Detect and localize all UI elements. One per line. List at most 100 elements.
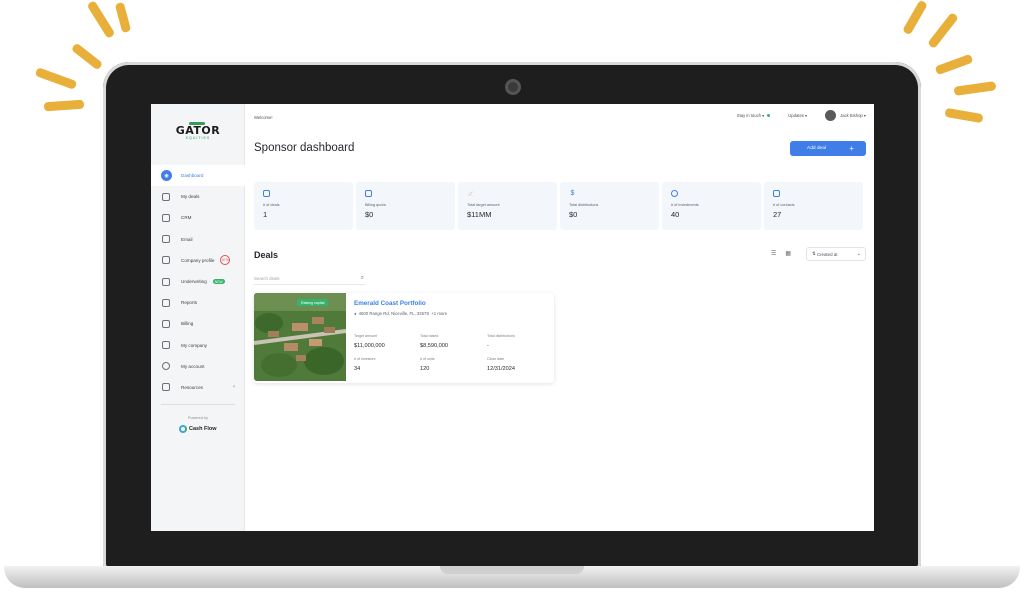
sidebar-item-company-profile[interactable]: Company profile 67% — [151, 250, 245, 271]
sidebar-item-label: Dashboard — [181, 173, 204, 179]
chevron-left-icon: ‹ — [233, 384, 235, 391]
stat-value: $0 — [569, 210, 578, 219]
plus-icon: + — [849, 144, 854, 153]
cashflow-logo[interactable]: Cash Flow — [179, 425, 217, 433]
header-actions: Stay in touch ▾ Updates ▾ Jack Bishop ▾ — [737, 110, 866, 121]
sidebar-item-underwriting[interactable]: Underwriting NEW — [151, 271, 245, 292]
sidebar-item-label: Underwriting — [181, 279, 207, 285]
sidebar-item-label: My company — [181, 342, 208, 348]
ray-decoration — [34, 67, 78, 90]
reports-icon — [162, 298, 170, 307]
ray-decoration — [902, 0, 928, 36]
add-deal-button[interactable]: Add deal + — [790, 141, 866, 156]
field-label: Target amount — [354, 334, 377, 338]
dashboard-icon: ◉ — [161, 170, 172, 182]
crm-icon — [162, 213, 170, 222]
deal-name-link[interactable]: Emerald Coast Portfolio — [354, 300, 426, 307]
company-icon — [162, 341, 170, 350]
chart-icon: 📈 — [468, 191, 473, 196]
avatar[interactable] — [825, 110, 837, 121]
clipboard-icon — [263, 190, 270, 197]
list-view-icon[interactable]: ☰ — [771, 250, 776, 257]
field-value: 120 — [420, 366, 430, 372]
logo-mark — [189, 122, 205, 125]
grid-view-icon[interactable]: ▦ — [785, 250, 791, 257]
sidebar-item-label: Resources — [181, 384, 203, 390]
promo-stage: GATOR EQUITIES ◉ Dashboard My deals CRM — [0, 0, 1024, 593]
updates-menu[interactable]: Updates ▾ — [788, 113, 807, 118]
sidebar-item-my-company[interactable]: My company — [151, 335, 245, 356]
sort-dropdown[interactable]: ⇅ Created at ⌄ — [806, 247, 866, 261]
field-value: 12/31/2024 — [487, 366, 515, 372]
ray-decoration — [934, 53, 974, 76]
deal-photo: Raising capital — [254, 293, 346, 381]
field-value: 34 — [354, 366, 361, 372]
stat-label: # of deals — [263, 203, 280, 207]
stat-label: # of investments — [671, 203, 699, 207]
sidebar-item-my-deals[interactable]: My deals — [151, 186, 245, 207]
profile-icon — [162, 256, 170, 265]
welcome-text: Welcome! — [254, 115, 273, 120]
field-label: # of units — [420, 357, 435, 361]
stat-label: Billing quota — [365, 203, 386, 207]
sidebar-item-label: Email — [181, 236, 193, 242]
resources-icon — [162, 383, 170, 392]
view-toggle: ☰ ▦ — [771, 250, 791, 257]
sidebar-item-label: My deals — [181, 194, 200, 200]
sidebar-item-dashboard[interactable]: ◉ Dashboard — [151, 165, 245, 187]
field-label: # of investors — [354, 357, 376, 361]
user-menu[interactable]: Jack Bishop ▾ — [840, 113, 866, 118]
sidebar-item-billing[interactable]: Billing — [151, 313, 245, 334]
ray-decoration — [43, 99, 85, 112]
field-label: Total distributions — [487, 334, 515, 338]
webcam — [505, 79, 521, 95]
stat-value: $0 — [365, 210, 374, 219]
field-label: Close date — [487, 357, 505, 361]
underwriting-icon — [162, 277, 170, 286]
user-icon — [671, 190, 678, 197]
sidebar-item-my-account[interactable]: My account — [151, 356, 245, 377]
page-title: Sponsor dashboard — [254, 142, 355, 154]
field-value: - — [487, 343, 489, 349]
app-screen: GATOR EQUITIES ◉ Dashboard My deals CRM — [151, 104, 874, 531]
stat-card-distributions: $ Total distributions $0 — [560, 182, 659, 230]
stats-row: # of deals 1 Billing quota $0 📈 Total ta… — [254, 182, 863, 230]
stat-card-target-amount: 📈 Total target amount $11MM — [458, 182, 557, 230]
updates-label: Updates — [788, 113, 804, 118]
status-badge: Raising capital — [297, 299, 329, 306]
deal-address: ● 4600 Range Rd, Niceville, FL, 32578 +1 … — [354, 311, 447, 316]
search-input[interactable]: Search deals ⌕ — [254, 272, 366, 285]
address-text: 4600 Range Rd, Niceville, FL, 32578 — [358, 311, 429, 316]
more-locations[interactable]: +1 more — [431, 311, 447, 316]
stay-in-touch-label: Stay in touch — [736, 113, 762, 118]
cashflow-mark-icon — [179, 425, 187, 433]
sidebar-nav: ◉ Dashboard My deals CRM Email Company p… — [151, 165, 245, 398]
ray-decoration — [70, 42, 104, 71]
stat-label: Total target amount — [467, 203, 500, 207]
deals-heading: Deals — [254, 250, 279, 260]
stat-value: 27 — [773, 210, 782, 219]
stat-value: $11MM — [467, 210, 492, 219]
sidebar-item-label: Reports — [181, 300, 198, 306]
stat-label: Total distributions — [569, 203, 599, 207]
sidebar-divider — [161, 404, 235, 405]
deal-card[interactable]: Raising capital Emerald Coast Portfolio … — [254, 293, 554, 383]
sidebar-item-email[interactable]: Email — [151, 229, 245, 250]
dollar-icon: $ — [570, 190, 575, 197]
sidebar-item-reports[interactable]: Reports — [151, 292, 245, 313]
laptop-notch — [440, 566, 584, 574]
sidebar-item-label: CRM — [181, 215, 192, 221]
add-deal-label: Add deal — [807, 146, 826, 151]
sidebar-item-resources[interactable]: Resources ‹ — [151, 377, 245, 398]
ray-decoration — [114, 1, 132, 34]
stat-value: 40 — [671, 210, 680, 219]
stat-card-billing-quota: Billing quota $0 — [356, 182, 455, 230]
stay-in-touch-menu[interactable]: Stay in touch ▾ — [736, 113, 771, 118]
gator-logo[interactable]: GATOR EQUITIES — [171, 122, 225, 140]
sidebar-item-crm[interactable]: CRM — [151, 207, 245, 228]
stat-card-deals: # of deals 1 — [254, 182, 353, 230]
ray-decoration — [86, 0, 116, 39]
sidebar-item-label: Company profile — [181, 257, 215, 263]
aerial-photo — [254, 293, 346, 381]
field-value: $8,590,000 — [420, 343, 448, 349]
